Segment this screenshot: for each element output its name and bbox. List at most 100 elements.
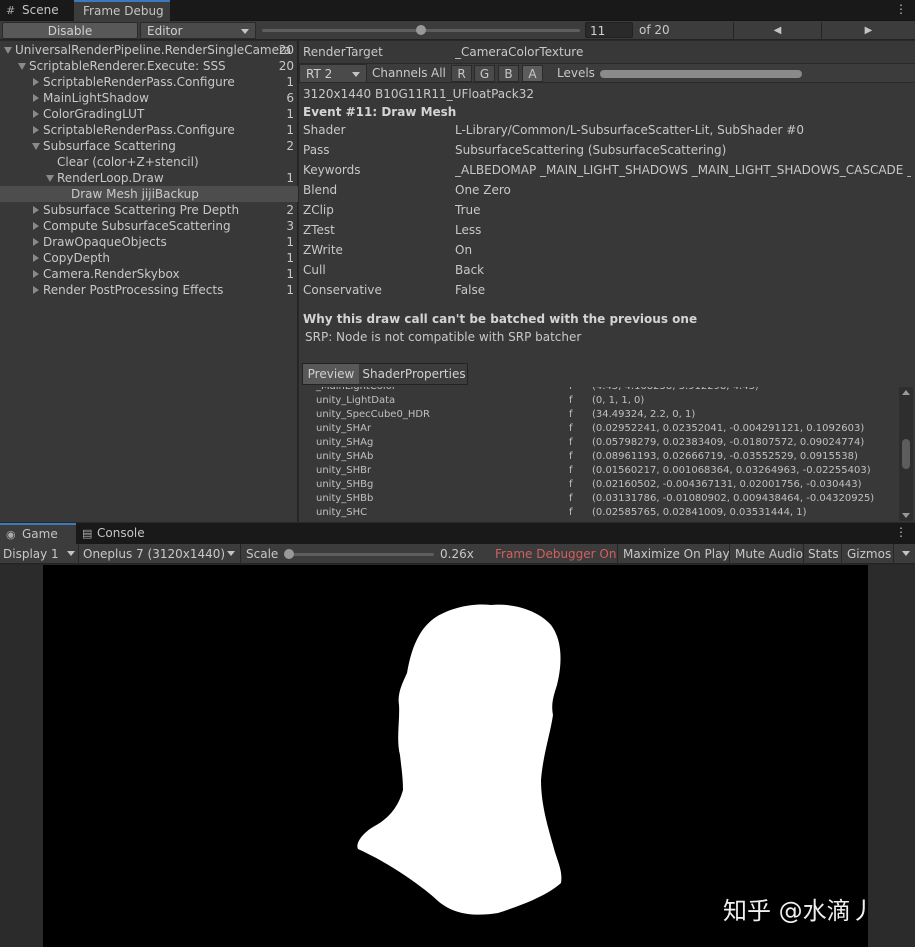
expand-arrow-right-icon[interactable] xyxy=(33,254,39,262)
property-value: (0.03131786, -0.01080902, 0.009438464, -… xyxy=(592,493,875,504)
tree-item[interactable]: ColorGradingLUT 1 xyxy=(0,106,298,122)
tree-item[interactable]: Subsurface Scattering Pre Depth 2 xyxy=(0,202,298,218)
levels-slider[interactable] xyxy=(600,70,802,78)
more-menu-icon[interactable]: ⋮ xyxy=(895,2,907,16)
display-dropdown[interactable]: Display 1 xyxy=(3,544,77,564)
property-name: unity_SHBr xyxy=(316,465,372,476)
property-value: (0.02160502, -0.004367131, 0.02001756, -… xyxy=(592,479,862,490)
tree-item[interactable]: Subsurface Scattering 2 xyxy=(0,138,298,154)
channel-all[interactable]: All xyxy=(431,64,446,83)
property-name: unity_SHBb xyxy=(316,493,374,504)
disable-button[interactable]: Disable xyxy=(2,22,138,39)
target-dropdown[interactable]: Editor xyxy=(140,22,256,39)
channel-a-button[interactable]: A xyxy=(522,65,543,82)
scale-value: 0.26x xyxy=(440,547,474,561)
property-type: f xyxy=(569,409,573,420)
scroll-up-icon[interactable] xyxy=(902,390,910,395)
tab-frame-debug[interactable]: Frame Debug xyxy=(74,0,170,21)
event-slider-handle[interactable] xyxy=(416,25,426,35)
tree-item-label: Subsurface Scattering xyxy=(43,139,176,153)
scale-slider[interactable] xyxy=(288,553,434,556)
field-value: One Zero xyxy=(455,183,511,197)
tab-console[interactable]: ▤ Console xyxy=(76,523,156,544)
tab-shader-properties[interactable]: ShaderProperties xyxy=(360,364,468,384)
tree-item-label: MainLightShadow xyxy=(43,91,149,105)
tree-item[interactable]: Clear (color+Z+stencil) xyxy=(0,154,298,170)
tree-item[interactable]: ScriptableRenderer.Execute: SSS 20 xyxy=(0,58,298,74)
field-value: False xyxy=(455,283,486,297)
expand-arrow-right-icon[interactable] xyxy=(33,286,39,294)
expand-arrow-right-icon[interactable] xyxy=(33,238,39,246)
expand-arrow-right-icon[interactable] xyxy=(33,270,39,278)
expand-arrow-right-icon[interactable] xyxy=(33,94,39,102)
channel-g-button[interactable]: G xyxy=(474,65,495,82)
field-value: Back xyxy=(455,263,485,277)
field-value: L-Library/Common/L-SubsurfaceScatter-Lit… xyxy=(455,123,804,137)
expand-arrow-right-icon[interactable] xyxy=(33,206,39,214)
tree-item[interactable]: Draw Mesh jijiBackup xyxy=(0,186,298,202)
property-type: f xyxy=(569,387,573,394)
mute-audio-toggle[interactable]: Mute Audio xyxy=(735,544,803,564)
tree-item-count: 6 xyxy=(286,91,294,105)
render-target-value: _CameraColorTexture xyxy=(455,45,584,59)
tree-item-label: RenderLoop.Draw xyxy=(57,171,164,185)
tree-item[interactable]: ScriptableRenderPass.Configure 1 xyxy=(0,74,298,90)
resolution-dropdown[interactable]: Oneplus 7 (3120x1440) xyxy=(83,544,237,564)
next-event-button[interactable]: ▶ xyxy=(821,22,915,39)
tree-item[interactable]: ScriptableRenderPass.Configure 1 xyxy=(0,122,298,138)
gizmos-toggle[interactable]: Gizmos xyxy=(847,544,891,564)
channel-b-button[interactable]: B xyxy=(498,65,519,82)
expand-arrow-right-icon[interactable] xyxy=(33,78,39,86)
field-label: ZWrite xyxy=(303,243,343,257)
gizmos-dropdown[interactable] xyxy=(896,544,915,564)
levels-label: Levels xyxy=(557,66,595,80)
tree-item-count: 20 xyxy=(278,43,294,57)
expand-arrow-right-icon[interactable] xyxy=(33,222,39,230)
property-row: unity_SHAr f (0.02952241, 0.02352041, -0.0… xyxy=(303,422,899,436)
event-title: Event #11: Draw Mesh xyxy=(303,105,457,119)
property-name: unity_SpecCube0_HDR xyxy=(316,409,430,420)
tree-item-count: 2 xyxy=(286,139,294,153)
scrollbar-thumb[interactable] xyxy=(902,439,910,469)
arrow-right-icon: ▶ xyxy=(864,25,873,36)
maximize-on-play-toggle[interactable]: Maximize On Play xyxy=(623,544,730,564)
event-index-field[interactable]: 11 xyxy=(585,22,633,38)
tree-item[interactable]: DrawOpaqueObjects 1 xyxy=(0,234,298,250)
tree-item-label: Compute SubsurfaceScattering xyxy=(43,219,231,233)
tree-item[interactable]: UniversalRenderPipeline.RenderSingleCame… xyxy=(0,42,298,58)
more-menu-icon[interactable]: ⋮ xyxy=(895,525,907,539)
tree-item[interactable]: RenderLoop.Draw 1 xyxy=(0,170,298,186)
tree-item[interactable]: CopyDepth 1 xyxy=(0,250,298,266)
scroll-down-icon[interactable] xyxy=(902,513,910,518)
tab-preview[interactable]: Preview xyxy=(303,364,359,384)
property-type: f xyxy=(569,479,573,490)
separator xyxy=(729,544,730,564)
expand-arrow-down-icon[interactable] xyxy=(4,47,12,54)
expand-arrow-down-icon[interactable] xyxy=(32,143,40,150)
game-view[interactable]: 知乎 @水滴丿 xyxy=(43,565,868,947)
expand-arrow-right-icon[interactable] xyxy=(33,110,39,118)
expand-arrow-right-icon[interactable] xyxy=(33,126,39,134)
scale-slider-handle[interactable] xyxy=(284,549,294,559)
tab-game[interactable]: ◉ Game xyxy=(0,523,76,544)
prev-event-button[interactable]: ◀ xyxy=(733,22,821,39)
separator xyxy=(78,544,79,564)
properties-scrollbar[interactable] xyxy=(899,387,913,521)
tree-item[interactable]: Render PostProcessing Effects 1 xyxy=(0,282,298,298)
rt-select[interactable]: RT 2 xyxy=(299,64,367,83)
expand-arrow-down-icon[interactable] xyxy=(46,175,54,182)
expand-arrow-down-icon[interactable] xyxy=(18,63,26,70)
tree-item-count: 3 xyxy=(286,219,294,233)
tree-item[interactable]: Compute SubsurfaceScattering 3 xyxy=(0,218,298,234)
separator xyxy=(803,544,804,564)
stats-toggle[interactable]: Stats xyxy=(808,544,839,564)
tree-item[interactable]: Camera.RenderSkybox 1 xyxy=(0,266,298,282)
tab-scene[interactable]: # Scene xyxy=(0,0,74,21)
channel-r-button[interactable]: R xyxy=(451,65,472,82)
tree-item-count: 1 xyxy=(286,251,294,265)
scale-label: Scale xyxy=(246,547,279,561)
field-value: _ALBEDOMAP _MAIN_LIGHT_SHADOWS _MAIN_LIG… xyxy=(455,163,911,177)
tree-item[interactable]: MainLightShadow 6 xyxy=(0,90,298,106)
tree-item-label: CopyDepth xyxy=(43,251,110,265)
event-total: of 20 xyxy=(639,23,670,37)
